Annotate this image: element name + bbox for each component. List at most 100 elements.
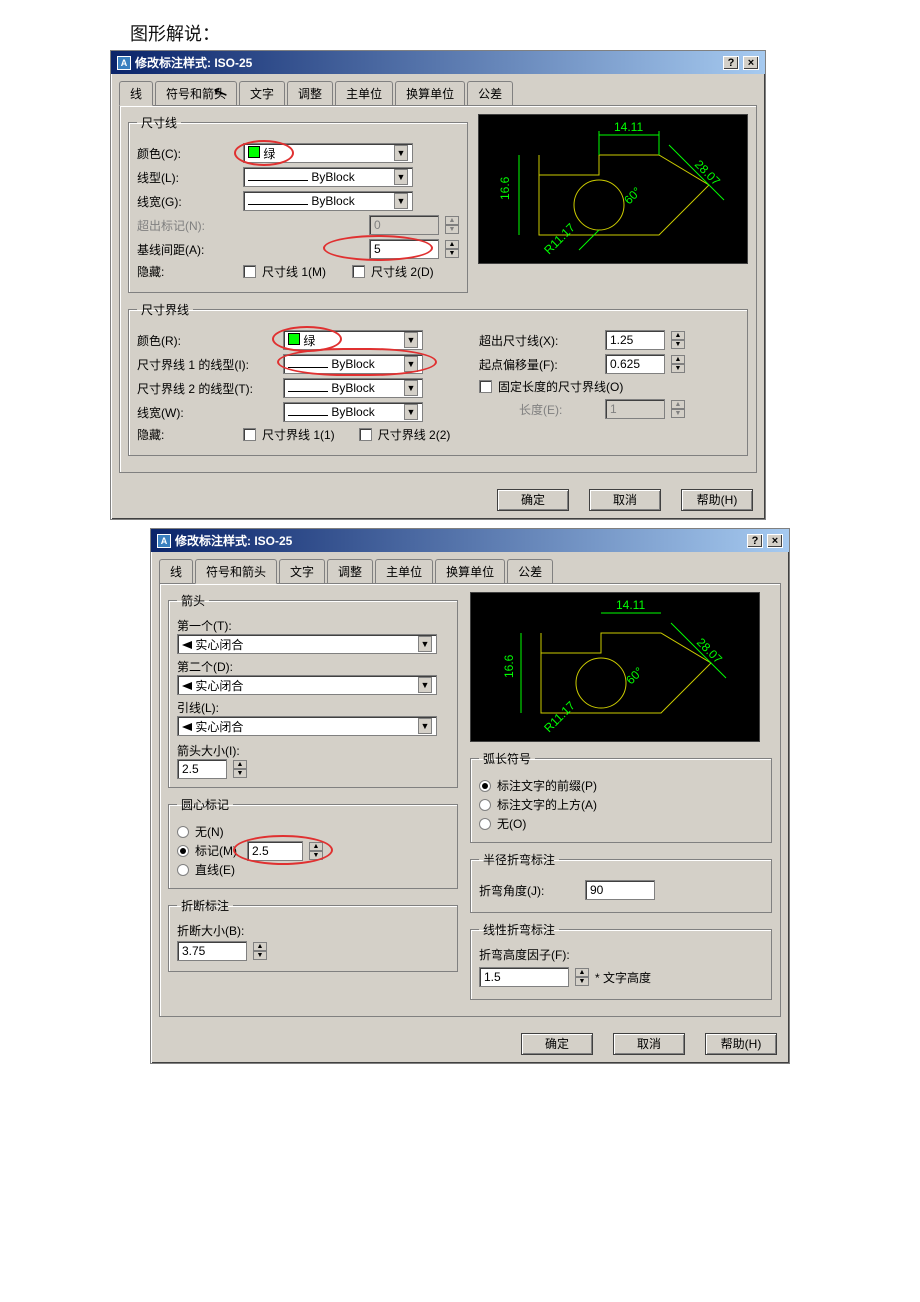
ok-button[interactable]: 确定 [521, 1033, 593, 1055]
centermark-mark-radio[interactable] [177, 845, 189, 857]
jog-height-factor-input[interactable]: 1.5 [479, 967, 569, 987]
help-icon[interactable]: ? [747, 534, 763, 548]
tab-text[interactable]: 文字 [279, 559, 325, 584]
arrow-glyph-icon [182, 723, 192, 731]
chevron-down-icon[interactable]: ▼ [404, 404, 418, 420]
spinner[interactable]: ▲▼ [671, 355, 685, 373]
arcsym-before-radio[interactable] [479, 780, 491, 792]
chevron-down-icon[interactable]: ▼ [418, 636, 432, 652]
beyond-dimline-input[interactable]: 1.25 [605, 330, 665, 350]
offset-origin-input[interactable]: 0.625 [605, 354, 665, 374]
chevron-down-icon[interactable]: ▼ [394, 193, 408, 209]
linetype-combo[interactable]: ByBlock ▼ [243, 167, 413, 187]
fixed-length-checkbox[interactable] [479, 380, 492, 393]
svg-text:14.11: 14.11 [616, 598, 645, 612]
tab-fit[interactable]: 调整 [327, 559, 373, 584]
centermark-none-radio[interactable] [177, 826, 189, 838]
ext1-linetype-combo[interactable]: ByBlock ▼ [283, 354, 423, 374]
centermark-none-label: 无(N) [195, 823, 224, 840]
second-arrow-combo[interactable]: 实心闭合 ▼ [177, 675, 437, 695]
jog-height-factor-label: 折弯高度因子(F): [479, 946, 763, 963]
ext-lineweight-combo[interactable]: ByBlock ▼ [283, 402, 423, 422]
spinner[interactable]: ▲▼ [445, 240, 459, 258]
hide-dimline2-checkbox[interactable] [352, 265, 365, 278]
break-size-input[interactable]: 3.75 [177, 941, 247, 961]
spinner[interactable]: ▲▼ [671, 331, 685, 349]
chevron-down-icon[interactable]: ▼ [394, 145, 408, 161]
ext-length-label: 长度(E): [479, 401, 599, 418]
spinner: ▲▼ [671, 400, 685, 418]
color-combo[interactable]: 绿 ▼ [243, 143, 413, 163]
chevron-down-icon[interactable]: ▼ [404, 356, 418, 372]
tab-lines[interactable]: 线 [159, 559, 193, 584]
cancel-button[interactable]: 取消 [613, 1033, 685, 1055]
tab-arrows[interactable]: 符号和箭头 [195, 559, 277, 584]
arcsym-above-label: 标注文字的上方(A) [497, 796, 597, 813]
svg-text:14.11: 14.11 [614, 120, 643, 134]
hide-extline2-checkbox[interactable] [359, 428, 372, 441]
arcsym-none-label: 无(O) [497, 815, 526, 832]
tab-tolerance[interactable]: 公差 [467, 81, 513, 106]
group-legend: 弧长符号 [479, 750, 535, 767]
tab-text[interactable]: 文字 [239, 81, 285, 106]
spinner[interactable]: ▲▼ [575, 968, 589, 986]
tab-alternate[interactable]: 换算单位 [435, 559, 505, 584]
tab-primary[interactable]: 主单位 [375, 559, 433, 584]
centermark-line-radio[interactable] [177, 864, 189, 876]
hide-extline1-checkbox[interactable] [243, 428, 256, 441]
chevron-down-icon[interactable]: ▼ [404, 332, 418, 348]
lineweight-combo[interactable]: ByBlock ▼ [243, 191, 413, 211]
cancel-button[interactable]: 取消 [589, 489, 661, 511]
centermark-mark-label: 标记(M) [195, 842, 237, 859]
ok-button[interactable]: 确定 [497, 489, 569, 511]
tab-alternate[interactable]: 换算单位 [395, 81, 465, 106]
group-legend: 圆心标记 [177, 796, 233, 813]
ext-hide-label: 隐藏: [137, 426, 237, 443]
tab-lines[interactable]: 线 [119, 81, 153, 106]
help-button[interactable]: 帮助(H) [681, 489, 753, 511]
centermark-size-input[interactable]: 2.5 [247, 841, 303, 861]
chevron-down-icon[interactable]: ▼ [418, 718, 432, 734]
arrow-size-input[interactable]: 2.5 [177, 759, 227, 779]
first-arrow-value: 实心闭合 [195, 638, 243, 652]
first-arrow-label: 第一个(T): [177, 617, 449, 634]
offset-origin-label: 起点偏移量(F): [479, 356, 599, 373]
hide-dimline2-label: 尺寸线 2(D) [371, 263, 434, 280]
svg-text:16.6: 16.6 [498, 176, 512, 200]
close-icon[interactable]: × [767, 534, 783, 548]
spinner[interactable]: ▲▼ [233, 760, 247, 778]
svg-text:16.6: 16.6 [502, 654, 516, 678]
baseline-spacing-input[interactable]: 5 [369, 239, 439, 259]
chevron-down-icon[interactable]: ▼ [418, 677, 432, 693]
jog-height-suffix: * 文字高度 [595, 969, 651, 986]
help-button[interactable]: 帮助(H) [705, 1033, 777, 1055]
button-bar: 确定 取消 帮助(H) [151, 1025, 789, 1063]
arrow-glyph-icon [182, 682, 192, 690]
group-legend: 箭头 [177, 592, 209, 609]
hide-extline2-label: 尺寸界线 2(2) [378, 426, 451, 443]
spinner[interactable]: ▲▼ [253, 942, 267, 960]
svg-text:60°: 60° [621, 184, 644, 207]
chevron-down-icon[interactable]: ▼ [404, 380, 418, 396]
arcsym-above-radio[interactable] [479, 799, 491, 811]
first-arrow-combo[interactable]: 实心闭合 ▼ [177, 634, 437, 654]
spinner: ▲▼ [445, 216, 459, 234]
arrow-size-label: 箭头大小(I): [177, 742, 449, 759]
ext-color-combo[interactable]: 绿 ▼ [283, 330, 423, 350]
tab-primary[interactable]: 主单位 [335, 81, 393, 106]
leader-arrow-combo[interactable]: 实心闭合 ▼ [177, 716, 437, 736]
chevron-down-icon[interactable]: ▼ [394, 169, 408, 185]
app-icon: A [157, 534, 171, 548]
line-glyph-icon [288, 415, 328, 416]
close-icon[interactable]: × [743, 56, 759, 70]
hide-dimline1-checkbox[interactable] [243, 265, 256, 278]
jog-angle-input[interactable]: 90 [585, 880, 655, 900]
help-icon[interactable]: ? [723, 56, 739, 70]
tab-fit[interactable]: 调整 [287, 81, 333, 106]
spinner[interactable]: ▲▼ [309, 842, 323, 860]
tab-tolerance[interactable]: 公差 [507, 559, 553, 584]
ext2-linetype-combo[interactable]: ByBlock ▼ [283, 378, 423, 398]
arcsym-none-radio[interactable] [479, 818, 491, 830]
extend-beyond-label: 超出标记(N): [137, 217, 237, 234]
group-legend: 尺寸线 [137, 114, 181, 131]
